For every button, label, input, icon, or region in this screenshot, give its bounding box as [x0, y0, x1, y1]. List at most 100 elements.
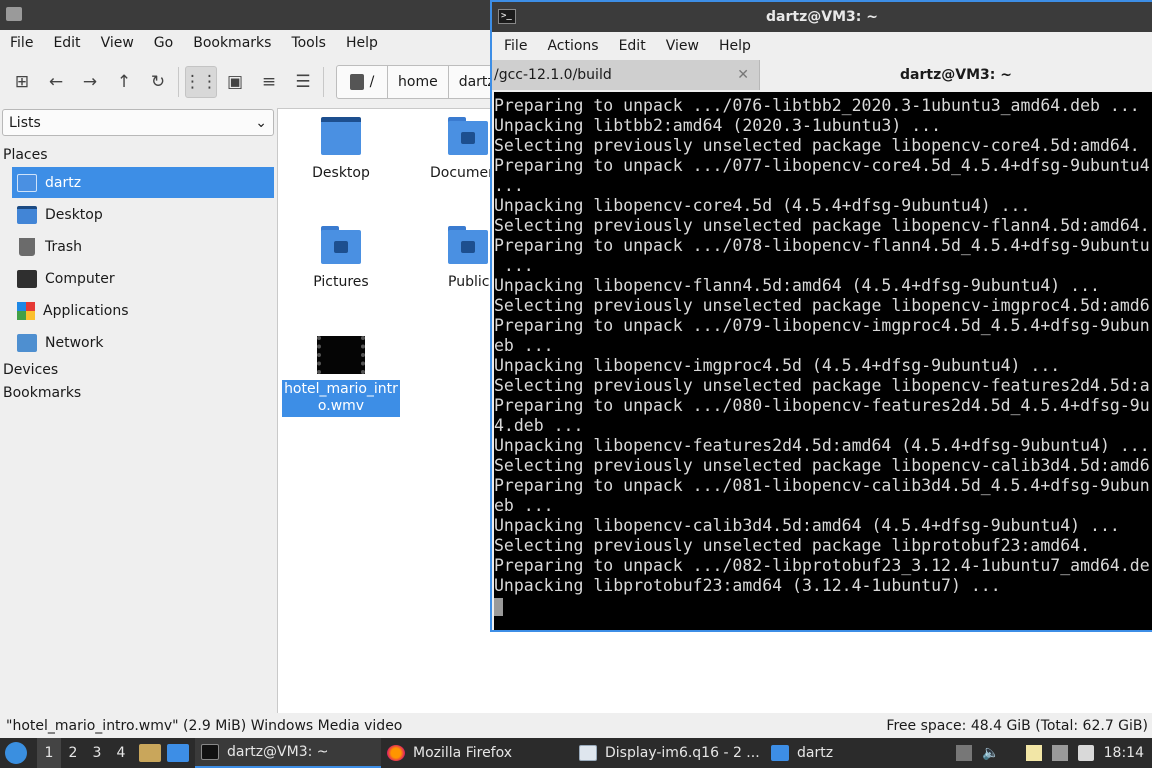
- terminal-line: Selecting previously unselected package …: [494, 536, 1091, 555]
- bookmarks-heading[interactable]: Bookmarks: [3, 385, 81, 401]
- up-arrow-icon[interactable]: ↑: [108, 66, 140, 98]
- terminal-line: Unpacking libtbb2:amd64 (2020.3-1ubuntu3…: [494, 116, 942, 135]
- terminal-output[interactable]: Preparing to unpack .../076-libtbb2_2020…: [494, 92, 1152, 630]
- back-arrow-icon[interactable]: ←: [40, 66, 72, 98]
- documents-folder-icon: [448, 117, 488, 155]
- clock[interactable]: 18:14: [1104, 745, 1144, 761]
- volume-icon[interactable]: 🔈: [982, 745, 999, 761]
- sidebar-item-desktop[interactable]: Desktop: [12, 199, 274, 230]
- terminal-prompt-line: [494, 596, 1152, 616]
- term-menu-actions[interactable]: Actions: [537, 38, 608, 54]
- new-tab-icon[interactable]: ⊞: [6, 66, 38, 98]
- term-menu-help[interactable]: Help: [709, 38, 761, 54]
- notifications-icon[interactable]: [1077, 745, 1094, 761]
- folder-icon: [771, 745, 789, 761]
- start-menu-icon[interactable]: [5, 742, 27, 764]
- terminal-line: ...: [494, 256, 534, 275]
- term-menu-edit[interactable]: Edit: [609, 38, 656, 54]
- file-item-hotel-mario-intro[interactable]: hotel_mario_intro.wmv: [282, 336, 400, 417]
- image-viewer-icon: [579, 745, 597, 761]
- menu-go[interactable]: Go: [144, 35, 183, 51]
- sidebar-item-label: Desktop: [45, 206, 103, 223]
- terminal-line: Preparing to unpack .../082-libprotobuf2…: [494, 556, 1150, 575]
- terminal-line: Preparing to unpack .../078-libopencv-fl…: [494, 236, 1150, 255]
- menu-file[interactable]: File: [0, 35, 43, 51]
- terminal-line: Selecting previously unselected package …: [494, 456, 1150, 475]
- text-cursor: [494, 597, 503, 616]
- terminal-line: Preparing to unpack .../079-libopencv-im…: [494, 316, 1150, 335]
- file-manager-launcher-icon[interactable]: [139, 744, 161, 762]
- forward-arrow-icon[interactable]: →: [74, 66, 106, 98]
- terminal-lines: Preparing to unpack .../076-libtbb2_2020…: [494, 96, 1152, 596]
- terminal-line: Preparing to unpack .../077-libopencv-co…: [494, 156, 1150, 175]
- file-item-label: hotel_mario_intro.wmv: [282, 380, 400, 417]
- terminal-icon: [201, 744, 219, 760]
- free-space-info: Free space: 48.4 GiB (Total: 62.7 GiB): [886, 718, 1148, 734]
- workspace-4[interactable]: 4: [109, 738, 133, 768]
- tab-dartz-home[interactable]: dartz@VM3: ~: [760, 60, 1152, 90]
- sidebar-item-dartz[interactable]: dartz: [12, 167, 274, 198]
- side-pane-mode-select[interactable]: Lists ⌄: [2, 109, 274, 136]
- firefox-icon: [387, 745, 405, 761]
- compact-view-icon[interactable]: ≡: [253, 66, 285, 98]
- reload-icon[interactable]: ↻: [142, 66, 174, 98]
- task-display[interactable]: Display-im6.q16 - 2 ...: [573, 738, 765, 768]
- terminal-line: Selecting previously unselected package …: [494, 216, 1150, 235]
- chevron-down-icon: ⌄: [255, 114, 267, 131]
- term-menu-file[interactable]: File: [494, 38, 537, 54]
- sidebar-item-network[interactable]: Network: [12, 327, 274, 358]
- pictures-folder-icon: [321, 226, 361, 264]
- icon-view-icon[interactable]: ⋮⋮: [184, 66, 218, 98]
- devices-heading[interactable]: Devices: [3, 362, 58, 378]
- terminal-title: dartz@VM3: ~: [766, 9, 878, 25]
- file-item-desktop[interactable]: Desktop: [282, 117, 400, 181]
- menu-tools[interactable]: Tools: [281, 35, 336, 51]
- term-menu-view[interactable]: View: [656, 38, 709, 54]
- toolbar-separator: [323, 67, 324, 97]
- menu-view[interactable]: View: [91, 35, 144, 51]
- task-terminal[interactable]: dartz@VM3: ~: [195, 738, 381, 768]
- computer-icon: [17, 269, 37, 288]
- terminal-line: eb ...: [494, 336, 554, 355]
- menu-bookmarks[interactable]: Bookmarks: [183, 35, 281, 51]
- terminal-line: 4.deb ...: [494, 416, 584, 435]
- menu-edit[interactable]: Edit: [43, 35, 90, 51]
- desktop-folder-icon: [321, 117, 361, 155]
- workspace-1[interactable]: 1: [37, 738, 61, 768]
- file-item-pictures[interactable]: Pictures: [282, 226, 400, 290]
- sidebar-item-label: dartz: [45, 174, 82, 191]
- path-crumb-home[interactable]: home: [388, 65, 449, 99]
- task-firefox[interactable]: Mozilla Firefox: [381, 738, 573, 768]
- sidebar-item-computer[interactable]: Computer: [12, 263, 274, 294]
- path-root-button[interactable]: /: [336, 65, 388, 99]
- workspace-3[interactable]: 3: [85, 738, 109, 768]
- tab-gcc-build[interactable]: /gcc-12.1.0/build ✕: [492, 60, 760, 90]
- sidebar-item-label: Applications: [43, 302, 129, 319]
- terminal-line: Selecting previously unselected package …: [494, 136, 1140, 155]
- terminal-line: Unpacking libopencv-imgproc4.5d (4.5.4+d…: [494, 356, 1061, 375]
- storage-icon[interactable]: [956, 745, 973, 761]
- clipboard-icon[interactable]: [1025, 745, 1042, 761]
- show-desktop-icon[interactable]: [167, 744, 189, 762]
- workspace-2[interactable]: 2: [61, 738, 85, 768]
- menu-help[interactable]: Help: [336, 35, 388, 51]
- thumbnail-view-icon[interactable]: ▣: [219, 66, 251, 98]
- task-label: Mozilla Firefox: [413, 745, 513, 761]
- desktop-icon: [17, 205, 37, 224]
- terminal-titlebar[interactable]: >_ dartz@VM3: ~: [492, 2, 1152, 32]
- terminal-line: ...: [494, 176, 524, 195]
- terminal-menubar: File Actions Edit View Help: [492, 32, 1152, 60]
- sidebar-item-trash[interactable]: Trash: [12, 231, 274, 262]
- tab-label: dartz@VM3: ~: [900, 67, 1012, 83]
- sidebar-item-applications[interactable]: Applications: [12, 295, 274, 326]
- terminal-line: Selecting previously unselected package …: [494, 296, 1150, 315]
- places-heading[interactable]: Places: [3, 147, 48, 163]
- public-folder-icon: [448, 226, 488, 264]
- video-thumbnail: [317, 336, 365, 374]
- terminal-line: Preparing to unpack .../076-libtbb2_2020…: [494, 96, 1140, 115]
- detailed-list-view-icon[interactable]: ☰: [287, 66, 319, 98]
- file-manager-statusbar: "hotel_mario_intro.wmv" (2.9 MiB) Window…: [0, 714, 1152, 738]
- close-icon[interactable]: ✕: [737, 67, 749, 83]
- network-status-icon[interactable]: [1051, 745, 1068, 761]
- task-file-manager[interactable]: dartz: [765, 738, 885, 768]
